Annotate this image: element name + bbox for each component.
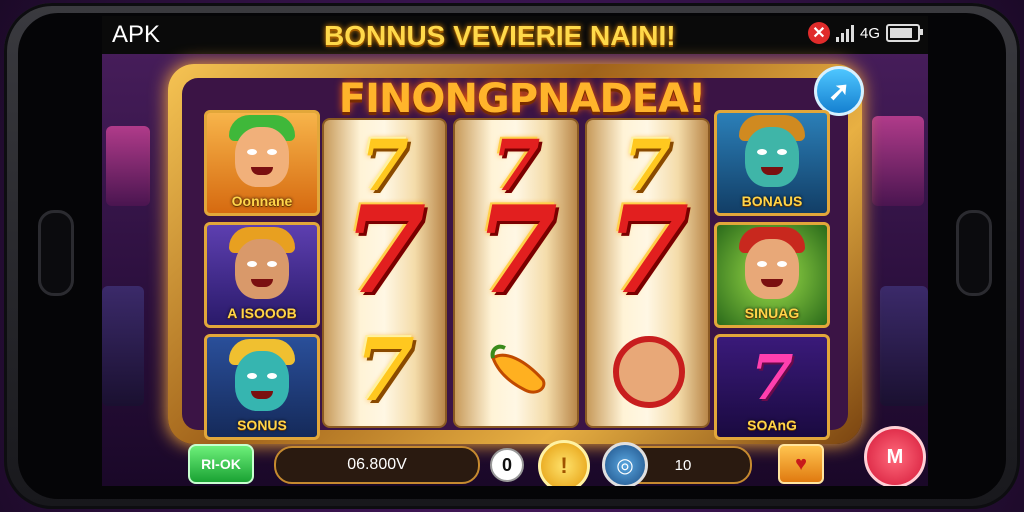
left-card-column: Oonnane A ISOOOB SONUS [204,110,320,440]
reel-1: 7 7 7 [322,118,448,428]
card-label: A ISOOOB [227,305,297,321]
max-button[interactable]: M [864,426,926,486]
arcade-cabinet-right [872,116,924,206]
reel-symbol: 7 [605,180,690,321]
credit-display: 06.800V [274,446,480,484]
card-label: BONAUS [741,193,803,209]
card-label: SONUS [237,417,287,433]
battery-icon [886,24,923,42]
battery-fill [890,28,912,38]
right-card-2[interactable]: SINUAG [714,222,830,328]
bonus-banner: BONNUS VEVIERIE NAINI! [324,20,676,51]
coin-button[interactable]: ! [538,440,590,486]
globe-icon[interactable]: ◎ [602,442,648,486]
card-label: SOAnG [747,417,797,433]
right-card-3[interactable]: 7 SOAnG [714,334,830,440]
game-screen: APK BONNUS VEVIERIE NAINI! ✕ 4G FINONGPN… [102,16,928,486]
signal-icon [835,24,854,42]
apk-label: APK [112,21,161,48]
game-title: FINONGPNADEA! [338,76,706,122]
left-card-2[interactable]: A ISOOOB [204,222,320,328]
left-side-button [38,210,74,296]
pepper-symbol [490,344,546,394]
right-card-column: BONAUS SINUAG 7 SOAnG [714,110,830,440]
reel-symbol: 7 [474,180,558,321]
pink-seven-symbol: 7 [750,341,794,414]
zero-button[interactable]: 0 [490,448,524,482]
share-arrow-icon[interactable]: ➚ [814,66,864,116]
arcade-cabinet-left [106,126,150,206]
network-label: 4G [859,24,880,42]
spin-button[interactable]: RI-OK [188,444,254,484]
reel-area: 7 7 7 7 7 7 7 [322,118,710,428]
character-face [235,239,289,299]
character-face [745,127,799,187]
arcade-cabinet-right-lower [880,286,928,406]
reel-symbol: 7 [354,320,415,421]
card-label: SINUAG [744,305,800,321]
status-icons: ✕ 4G [807,22,923,44]
character-face [235,351,289,411]
arcade-cabinet-left-lower [102,286,144,406]
bottom-controls: RI-OK 06.800V 0 ! 10 ◎ ♥ M [102,426,928,486]
reel-symbol: 7 [342,180,427,321]
reel-face-symbol [612,336,685,408]
reel-3: 7 7 [584,118,710,428]
reel-2: 7 7 [453,118,579,428]
character-face [745,239,799,299]
close-icon[interactable]: ✕ [807,22,830,44]
character-face [235,127,289,187]
left-card-3[interactable]: SONUS [204,334,320,440]
right-card-1[interactable]: BONAUS [714,110,830,216]
status-bar: APK BONNUS VEVIERIE NAINI! ✕ 4G [102,16,928,54]
left-card-1[interactable]: Oonnane [204,110,320,216]
right-side-button [956,210,992,296]
card-label: Oonnane [231,193,293,209]
gift-icon[interactable]: ♥ [778,444,824,484]
